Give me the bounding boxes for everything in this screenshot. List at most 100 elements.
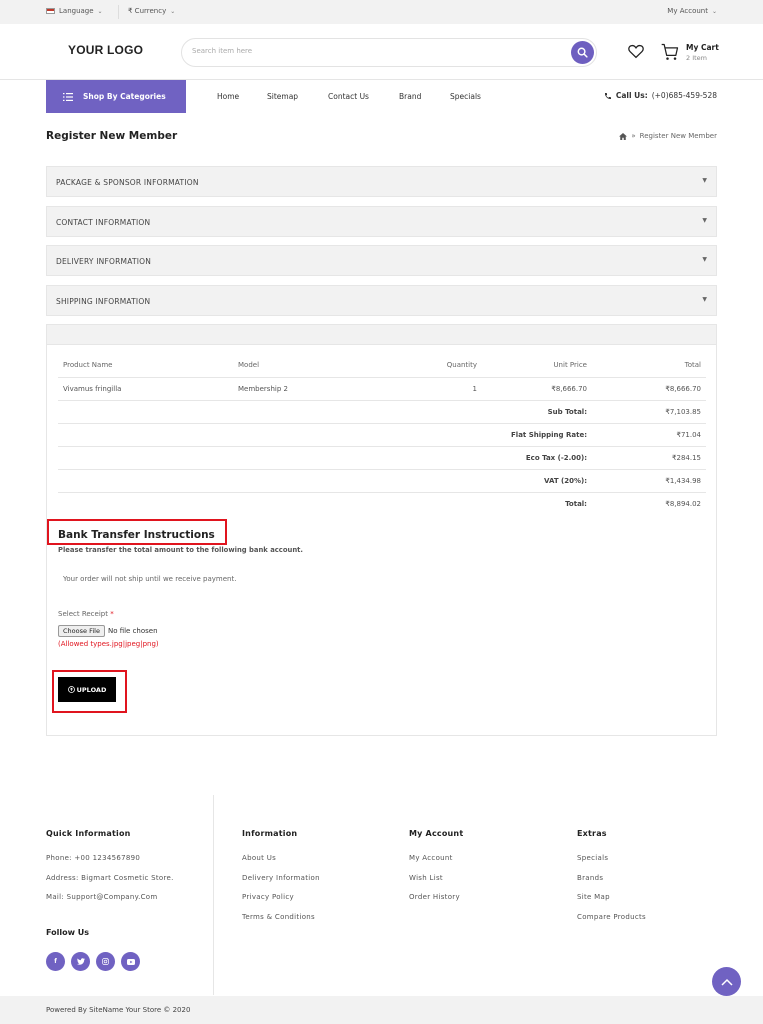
cart-icon[interactable] (660, 42, 680, 62)
accordion-delivery[interactable]: DELIVERY INFORMATION ▼ (46, 245, 717, 276)
page-title: Register New Member (46, 130, 178, 142)
accordion-package-sponsor[interactable]: PACKAGE & SPONSOR INFORMATION ▼ (46, 166, 717, 197)
top-bar: Language ⌄ ₹ Currency ⌄ My Account ⌄ (0, 0, 763, 24)
chevron-down-icon: ⌄ (97, 7, 103, 15)
instagram-glyph (102, 958, 109, 965)
footer-link-site-map[interactable]: Site Map (577, 893, 646, 913)
accordion-label: DELIVERY INFORMATION (56, 257, 152, 266)
col-model: Model (233, 354, 398, 378)
totals-row: VAT (20%): ₹1,434.98 (58, 469, 706, 493)
youtube-icon[interactable]: yt (121, 952, 140, 971)
vat-value: ₹1,434.98 (592, 469, 706, 493)
select-receipt-label: Select Receipt * (58, 610, 114, 618)
footer-link-specials[interactable]: Specials (577, 854, 646, 874)
footer-link-privacy[interactable]: Privacy Policy (242, 893, 320, 913)
search-icon (577, 47, 588, 58)
copyright: Powered By SiteName Your Store © 2020 (46, 1006, 191, 1014)
totals-row: Flat Shipping Rate: ₹71.04 (58, 423, 706, 447)
footer-link-terms[interactable]: Terms & Conditions (242, 913, 320, 933)
vat-label: VAT (20%): (58, 469, 592, 493)
allowed-types-note: (Allowed types.jpg|jpeg|png) (58, 640, 159, 648)
subtotal-value: ₹7,103.85 (592, 400, 706, 424)
language-label: Language (59, 7, 94, 15)
facebook-glyph: f (54, 958, 57, 965)
cart-summary[interactable]: My Cart 2 Item (686, 43, 719, 62)
chevron-down-icon: ⌄ (170, 7, 176, 15)
accordion-contact[interactable]: CONTACT INFORMATION ▼ (46, 206, 717, 237)
nav-brand[interactable]: Brand (399, 92, 421, 101)
col-quantity: Quantity (398, 354, 482, 378)
footer-heading: Information (242, 829, 298, 838)
col-product-name: Product Name (58, 354, 233, 378)
divider (118, 5, 119, 19)
chevron-up-icon (720, 978, 733, 986)
item-model: Membership 2 (233, 377, 398, 401)
accordion-shipping[interactable]: SHIPPING INFORMATION ▼ (46, 285, 717, 316)
order-table: Product Name Model Quantity Unit Price T… (58, 354, 706, 515)
search-button[interactable] (571, 41, 594, 64)
total-value: ₹8,894.02 (665, 499, 701, 508)
facebook-icon[interactable]: f (46, 952, 65, 971)
footer-mail: Mail: Support@Company.Com (46, 893, 158, 901)
col-unit-price: Unit Price (482, 354, 592, 378)
call-label: Call Us: (615, 91, 648, 100)
file-status: No file chosen (107, 627, 158, 635)
accordion-label: CONTACT INFORMATION (56, 218, 151, 227)
upload-button[interactable]: UPLOAD (58, 677, 116, 702)
upload-icon (67, 686, 75, 693)
footer-link-brands[interactable]: Brands (577, 874, 646, 894)
search-input[interactable] (192, 47, 552, 55)
twitter-icon[interactable]: t (71, 952, 90, 971)
footer-link-delivery-info[interactable]: Delivery Information (242, 874, 320, 894)
nav-sitemap[interactable]: Sitemap (267, 92, 298, 101)
breadcrumb-current: Register New Member (639, 132, 717, 140)
call-number: (+0)685-459-528 (651, 91, 717, 100)
home-icon[interactable] (619, 132, 628, 140)
file-input: Choose File No file chosen (58, 625, 158, 637)
phone-icon (604, 92, 611, 99)
footer-link-my-account[interactable]: My Account (409, 854, 463, 874)
currency-label: ₹ Currency (128, 7, 167, 15)
language-dropdown[interactable]: Language ⌄ (46, 7, 103, 15)
wishlist-heart-icon[interactable] (627, 42, 645, 60)
required-mark: * (110, 610, 114, 618)
nav-home[interactable]: Home (217, 92, 239, 101)
nav-contact-us[interactable]: Contact Us (328, 92, 369, 101)
upload-label: UPLOAD (76, 685, 107, 694)
site-header: YOUR LOGO My Cart 2 Item (0, 24, 763, 80)
social-links: f t ig yt (46, 952, 140, 971)
twitter-glyph (76, 958, 85, 965)
footer-phone: Phone: +00 1234567890 (46, 854, 141, 862)
panel-header (47, 325, 716, 345)
item-unit-price: ₹8,666.70 (482, 377, 592, 401)
currency-dropdown[interactable]: ₹ Currency ⌄ (128, 7, 175, 15)
accordion-label: PACKAGE & SPONSOR INFORMATION (56, 178, 199, 187)
totals-row: Total: ₹8,894.02 (58, 492, 706, 515)
shop-by-categories-button[interactable]: Shop By Categories (46, 80, 186, 113)
choose-file-button[interactable]: Choose File (58, 625, 105, 637)
my-account-dropdown[interactable]: My Account ⌄ (667, 7, 717, 15)
instagram-icon[interactable]: ig (96, 952, 115, 971)
youtube-glyph (126, 958, 135, 965)
col-total: Total (592, 354, 706, 378)
caret-down-icon: ▼ (702, 177, 707, 184)
search-bar (181, 38, 597, 67)
scroll-to-top-button[interactable] (712, 967, 741, 996)
footer-link-compare[interactable]: Compare Products (577, 913, 646, 933)
footer-link-order-history[interactable]: Order History (409, 893, 463, 913)
call-us: Call Us: (+0)685-459-528 (604, 91, 717, 100)
totals-row: Sub Total: ₹7,103.85 (58, 400, 706, 424)
nav-specials[interactable]: Specials (450, 92, 481, 101)
item-qty: 1 (398, 377, 482, 401)
accordion-label: SHIPPING INFORMATION (56, 297, 151, 306)
my-account-label: My Account (667, 7, 708, 15)
footer-link-wish-list[interactable]: Wish List (409, 874, 463, 894)
logo[interactable]: YOUR LOGO (68, 43, 143, 57)
totals-row: Eco Tax (-2.00): ₹284.15 (58, 446, 706, 470)
shipping-note: Your order will not ship until we receiv… (63, 575, 237, 583)
cart-title: My Cart (686, 43, 719, 52)
subtotal-label: Sub Total: (58, 400, 592, 424)
footer-link-about-us[interactable]: About Us (242, 854, 320, 874)
footer-extras: Extras Specials Brands Site Map Compare … (577, 829, 646, 932)
bottom-bar: Powered By SiteName Your Store © 2020 (0, 996, 763, 1024)
